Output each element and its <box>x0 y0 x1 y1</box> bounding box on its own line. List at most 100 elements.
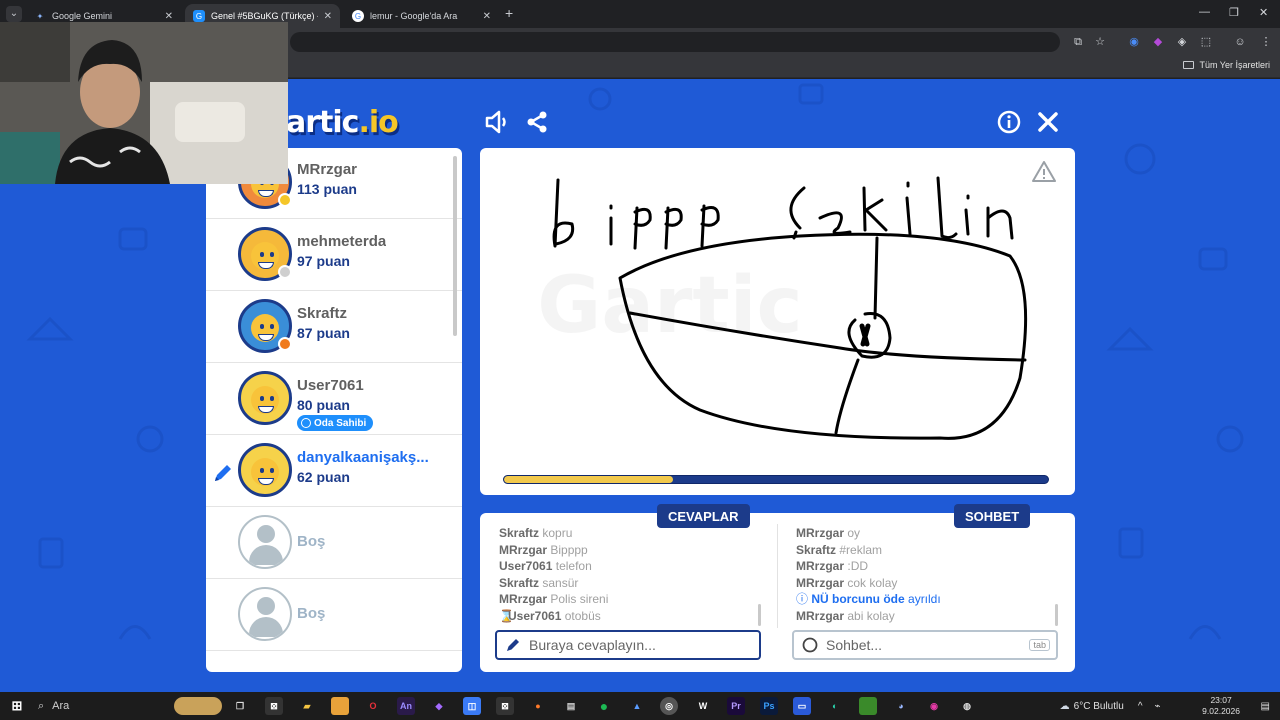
hourglass-icon: ⌛ <box>499 608 514 623</box>
app-icon[interactable]: ⊠ <box>265 697 283 715</box>
chat-scrollbar[interactable] <box>1055 604 1058 626</box>
player-row[interactable]: Boş <box>206 579 462 651</box>
weather-icon: ☁ <box>1059 700 1070 712</box>
player-row[interactable]: danyalkaanişakş... 62 puan <box>206 435 462 507</box>
chrome-icon[interactable]: ◎ <box>660 697 678 715</box>
panel-divider <box>777 524 778 628</box>
tab-lemur-search[interactable]: G lemur - Google'da Ara ✕ <box>344 4 499 28</box>
exit-button[interactable] <box>1034 108 1062 136</box>
close-tab-icon[interactable]: ✕ <box>324 11 332 22</box>
premiere-icon[interactable]: Pr <box>727 697 745 715</box>
sound-button[interactable] <box>483 108 511 136</box>
app-icon[interactable]: ◍ <box>958 697 976 715</box>
bookmark-star-icon[interactable]: ☆ <box>1092 34 1108 50</box>
clock-date: 9.02.2026 <box>1202 706 1240 716</box>
players-scrollbar[interactable] <box>453 156 457 336</box>
share-icon <box>527 111 547 133</box>
answer-input[interactable] <box>529 637 719 653</box>
profile-avatar-icon[interactable]: ☺ <box>1232 34 1248 50</box>
webcam-feed-image <box>0 22 288 184</box>
firefox-icon[interactable]: ● <box>529 697 547 715</box>
minecraft-icon[interactable] <box>859 697 877 715</box>
file-explorer-icon[interactable]: ▰ <box>298 697 316 715</box>
chat-message: ⓘ NÜ borcunu öde ayrıldı <box>796 591 1054 608</box>
webcam-overlay <box>0 22 288 184</box>
taskbar-search[interactable]: ⌕ Ara <box>32 695 162 717</box>
close-window-button[interactable]: ✕ <box>1259 6 1268 19</box>
notification-icon[interactable]: ▤ <box>1261 701 1270 712</box>
chat-field[interactable]: tab <box>792 630 1058 660</box>
all-bookmarks-button[interactable]: Tüm Yer İşaretleri <box>1183 60 1270 70</box>
player-row[interactable]: Boş <box>206 507 462 579</box>
animate-icon[interactable]: An <box>397 697 415 715</box>
browser-menu-icon[interactable]: ⋮ <box>1258 34 1274 50</box>
message-text: otobüs <box>564 608 601 623</box>
app-icon[interactable]: ▲ <box>628 697 646 715</box>
restore-button[interactable]: ❐ <box>1229 6 1239 19</box>
cast-icon[interactable]: ⧉ <box>1070 34 1086 50</box>
chat-message: Skraftz #reklam <box>796 542 1054 559</box>
message-text: Bipppp <box>550 542 588 557</box>
player-row[interactable]: Skraftz 87 puan <box>206 291 462 363</box>
message-user: MRrzgar <box>499 542 548 557</box>
message-user: Skraftz <box>499 575 540 590</box>
extension-icon[interactable]: ◈ <box>1174 34 1190 50</box>
search-highlight-image[interactable] <box>174 697 222 715</box>
app-icon[interactable]: ▤ <box>562 697 580 715</box>
app-icon[interactable]: ◆ <box>430 697 448 715</box>
player-name: Boş <box>297 533 326 550</box>
player-points: 97 puan <box>297 253 350 269</box>
chat-message: MRrzgar cok kolay <box>796 575 1054 592</box>
answer-field[interactable] <box>495 630 761 660</box>
app-icon[interactable]: ◉ <box>925 697 943 715</box>
close-tab-icon[interactable]: ✕ <box>483 11 491 22</box>
task-view-icon[interactable]: ❐ <box>231 697 249 715</box>
tab-title: lemur - Google'da Ara <box>370 11 458 21</box>
clock-time: 23:07 <box>1210 695 1232 705</box>
app-icon[interactable]: ◐ <box>826 697 844 715</box>
address-bar[interactable] <box>290 32 1060 52</box>
info-button[interactable] <box>995 108 1023 136</box>
app-icon[interactable] <box>331 697 349 715</box>
close-tab-icon[interactable]: ✕ <box>165 11 173 22</box>
spotify-icon[interactable]: ● <box>595 697 613 715</box>
message-text: cok kolay <box>847 575 898 590</box>
answer-message: Skraftz sansür <box>499 575 759 592</box>
app-icon[interactable]: ⊠ <box>496 697 514 715</box>
opera-icon[interactable]: O <box>364 697 382 715</box>
player-points: 113 puan <box>297 181 357 197</box>
player-row[interactable]: mehmeterda 97 puan <box>206 219 462 291</box>
new-tab-button[interactable]: + <box>505 5 513 21</box>
tray-app-icon[interactable]: ⌁ <box>1155 701 1161 712</box>
message-user: MRrzgar <box>796 559 845 574</box>
player-points: 62 puan <box>297 469 350 485</box>
speaker-icon <box>485 110 506 134</box>
app-icon[interactable]: ▭ <box>793 697 811 715</box>
start-button[interactable]: ⊞ <box>8 697 26 715</box>
player-name: MRrzgar <box>297 161 358 178</box>
steam-icon[interactable]: ◕ <box>892 697 910 715</box>
message-text: kopru <box>542 526 573 540</box>
clock[interactable]: 23:07 9.02.2026 <box>1202 695 1240 717</box>
drawing-canvas[interactable]: Gartic <box>480 148 1075 495</box>
chat-message: MRrzgar abi kolay <box>796 608 1054 625</box>
extensions-puzzle-icon[interactable]: ⬚ <box>1198 34 1214 50</box>
chat-input[interactable] <box>826 637 1016 653</box>
player-row[interactable]: User7061 80 puan Oda Sahibi <box>206 363 462 435</box>
answers-scrollbar[interactable] <box>758 604 761 626</box>
weather-label[interactable]: 6°C Bulutlu <box>1074 701 1124 712</box>
extension-icon[interactable]: ◆ <box>1150 34 1166 50</box>
report-warning-icon[interactable] <box>1032 160 1056 184</box>
photoshop-icon[interactable]: Ps <box>760 697 778 715</box>
tray-chevron-icon[interactable]: ^ <box>1138 701 1143 712</box>
avatar <box>238 515 292 569</box>
minimize-button[interactable]: — <box>1199 6 1210 18</box>
player-name: Skraftz <box>297 305 348 322</box>
info-icon <box>997 110 1021 134</box>
share-button[interactable] <box>523 108 551 136</box>
status-badge <box>278 337 292 351</box>
tab-search-button[interactable]: ⌄ <box>6 6 22 22</box>
app-icon[interactable]: W <box>694 697 712 715</box>
app-icon[interactable]: ◫ <box>463 697 481 715</box>
extension-icon[interactable]: ◉ <box>1126 34 1142 50</box>
